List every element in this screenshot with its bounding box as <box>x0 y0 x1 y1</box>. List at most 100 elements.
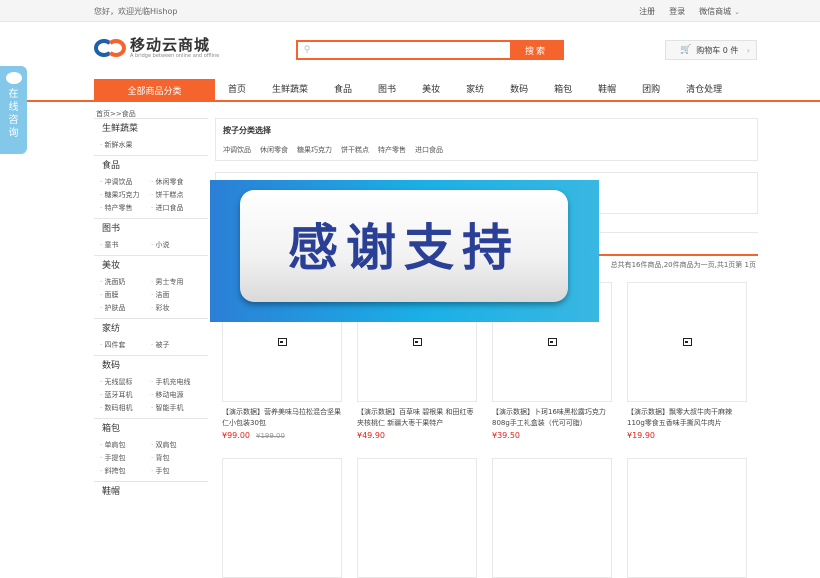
logo-slogan: A bridge between online and offline <box>130 52 220 59</box>
product-card[interactable] <box>357 458 477 578</box>
category-link[interactable]: 男士专用 <box>151 277 202 288</box>
category-link[interactable]: 糖果巧克力 <box>100 190 151 201</box>
header: 移动云商城 A bridge between online and offlin… <box>0 22 820 77</box>
product-price: ¥39.50 <box>492 431 612 440</box>
price-original: ¥199.00 <box>256 432 285 440</box>
product-image[interactable] <box>627 282 747 402</box>
nav-item-beauty[interactable]: 美妆 <box>409 79 453 102</box>
category-link[interactable]: 数码相机 <box>100 403 151 414</box>
category-link[interactable]: 休闲零食 <box>151 177 202 188</box>
product-image[interactable] <box>627 458 747 578</box>
category-link[interactable]: 背包 <box>151 453 202 464</box>
main-nav: 全部商品分类 首页 生鲜蔬菜 食品 图书 美妆 家纺 数码 箱包 鞋帽 团购 清… <box>0 77 820 102</box>
category-link[interactable]: 护肤品 <box>100 303 151 314</box>
filter-option[interactable]: 糖果巧克力 <box>297 145 332 155</box>
category-link[interactable]: 特产零售 <box>100 203 151 214</box>
product-price: ¥49.90 <box>357 431 477 440</box>
nav-item-home[interactable]: 首页 <box>215 79 259 102</box>
filter-option[interactable]: 冲调饮品 <box>223 145 251 155</box>
category-link[interactable]: 冲调饮品 <box>100 177 151 188</box>
category-link[interactable]: 饼干糕点 <box>151 190 202 201</box>
nav-item-books[interactable]: 图书 <box>365 79 409 102</box>
search-icon: ⚲ <box>303 45 311 55</box>
category-link[interactable]: 面膜 <box>100 290 151 301</box>
category-link[interactable]: 手机充电线 <box>151 377 202 388</box>
category-heading[interactable]: 箱包 <box>94 418 208 438</box>
consult-label: 在线咨询 <box>8 89 19 139</box>
category-link[interactable]: 彩妆 <box>151 303 202 314</box>
price-current: ¥19.90 <box>627 431 655 440</box>
logo-icon <box>94 36 128 60</box>
product-card[interactable]: 【演示数据】飘零大叔牛肉干麻辣110g零食五香味手撕风牛肉片 ¥19.90 <box>627 282 747 440</box>
nav-item-shoes[interactable]: 鞋帽 <box>585 79 629 102</box>
product-image[interactable] <box>222 458 342 578</box>
product-title[interactable]: 【演示数据】卜珂16味黑松露巧克力808g手工礼盒装（代可可脂） <box>492 407 612 429</box>
category-link[interactable]: 蓝牙耳机 <box>100 390 151 401</box>
image-placeholder-icon <box>682 338 692 346</box>
category-link[interactable]: 智能手机 <box>151 403 202 414</box>
search-button[interactable]: 搜索 <box>510 42 562 58</box>
category-link[interactable]: 单肩包 <box>100 440 151 451</box>
product-title[interactable]: 【演示数据】飘零大叔牛肉干麻辣110g零食五香味手撕风牛肉片 <box>627 407 747 429</box>
category-heading[interactable]: 美妆 <box>94 255 208 275</box>
nav-item-fresh[interactable]: 生鲜蔬菜 <box>259 79 321 102</box>
category-link[interactable]: 进口食品 <box>151 203 202 214</box>
nav-item-clearance[interactable]: 清仓处理 <box>673 79 735 102</box>
category-link[interactable]: 童书 <box>100 240 151 251</box>
nav-item-bags[interactable]: 箱包 <box>541 79 585 102</box>
top-bar: 您好，欢迎光临Hishop 注册 登录 微信商城 ⌄ <box>0 0 820 22</box>
category-link[interactable]: 手包 <box>151 466 202 477</box>
category-heading[interactable]: 数码 <box>94 355 208 375</box>
category-link[interactable]: 洗面奶 <box>100 277 151 288</box>
thanks-text: 感谢支持 <box>288 219 520 277</box>
product-card[interactable] <box>627 458 747 578</box>
online-consult-button[interactable]: 在线咨询 <box>0 66 27 154</box>
nav-item-groupbuy[interactable]: 团购 <box>629 79 673 102</box>
product-card[interactable] <box>222 458 342 578</box>
filter-option[interactable]: 饼干糕点 <box>341 145 369 155</box>
filter-option[interactable]: 休闲零食 <box>260 145 288 155</box>
register-link[interactable]: 注册 <box>639 6 655 17</box>
all-categories-button[interactable]: 全部商品分类 <box>94 79 215 102</box>
category-heading[interactable]: 生鲜蔬菜 <box>94 118 208 138</box>
filter-option[interactable]: 进口食品 <box>415 145 443 155</box>
filter-option[interactable]: 特产零售 <box>378 145 406 155</box>
category-heading[interactable]: 鞋帽 <box>94 481 208 501</box>
product-image[interactable] <box>357 458 477 578</box>
category-heading[interactable]: 家纺 <box>94 318 208 338</box>
category-link[interactable]: 双肩包 <box>151 440 202 451</box>
category-link[interactable]: 移动电源 <box>151 390 202 401</box>
login-link[interactable]: 登录 <box>669 6 685 17</box>
category-link[interactable]: 被子 <box>151 340 202 351</box>
category-link[interactable]: 斜挎包 <box>100 466 151 477</box>
chevron-down-icon: ⌄ <box>734 8 740 16</box>
site-logo[interactable]: 移动云商城 A bridge between online and offlin… <box>94 36 219 60</box>
category-link[interactable]: 手提包 <box>100 453 151 464</box>
category-link[interactable]: 新鲜水果 <box>100 140 151 151</box>
greeting-text: 您好，欢迎光临Hishop <box>94 7 178 16</box>
image-placeholder-icon <box>547 338 557 346</box>
product-card[interactable] <box>492 458 612 578</box>
price-current: ¥99.00 <box>222 431 250 440</box>
category-link[interactable]: 小说 <box>151 240 202 251</box>
category-link[interactable]: 洁面 <box>151 290 202 301</box>
nav-item-food[interactable]: 食品 <box>321 79 365 102</box>
search-input[interactable] <box>316 42 510 58</box>
top-links: 注册 登录 微信商城 ⌄ <box>639 6 740 17</box>
category-heading[interactable]: 图书 <box>94 218 208 238</box>
category-link[interactable]: 无线鼠标 <box>100 377 151 388</box>
category-link[interactable]: 四件套 <box>100 340 151 351</box>
product-title[interactable]: 【演示数据】营养美味马拉松混合坚果仁小包装30包 <box>222 407 342 429</box>
product-title[interactable]: 【演示数据】百草味 碧根果 和田红枣夹核桃仁 新疆大枣干果特产 <box>357 407 477 429</box>
product-image[interactable] <box>492 458 612 578</box>
wechat-mall-link[interactable]: 微信商城 ⌄ <box>699 6 740 17</box>
search-box: ⚲ 搜索 <box>296 40 564 60</box>
image-placeholder-icon <box>412 338 422 346</box>
image-placeholder-icon <box>277 338 287 346</box>
nav-item-digital[interactable]: 数码 <box>497 79 541 102</box>
category-heading[interactable]: 食品 <box>94 155 208 175</box>
category-sidebar: 生鲜蔬菜 新鲜水果 食品 冲调饮品 休闲零食 糖果巧克力 饼干糕点 特产零售 进… <box>94 118 208 501</box>
cart-button[interactable]: 🛒 购物车 0 件 › <box>665 40 757 60</box>
product-price: ¥99.00 ¥199.00 <box>222 431 342 440</box>
nav-item-textiles[interactable]: 家纺 <box>453 79 497 102</box>
